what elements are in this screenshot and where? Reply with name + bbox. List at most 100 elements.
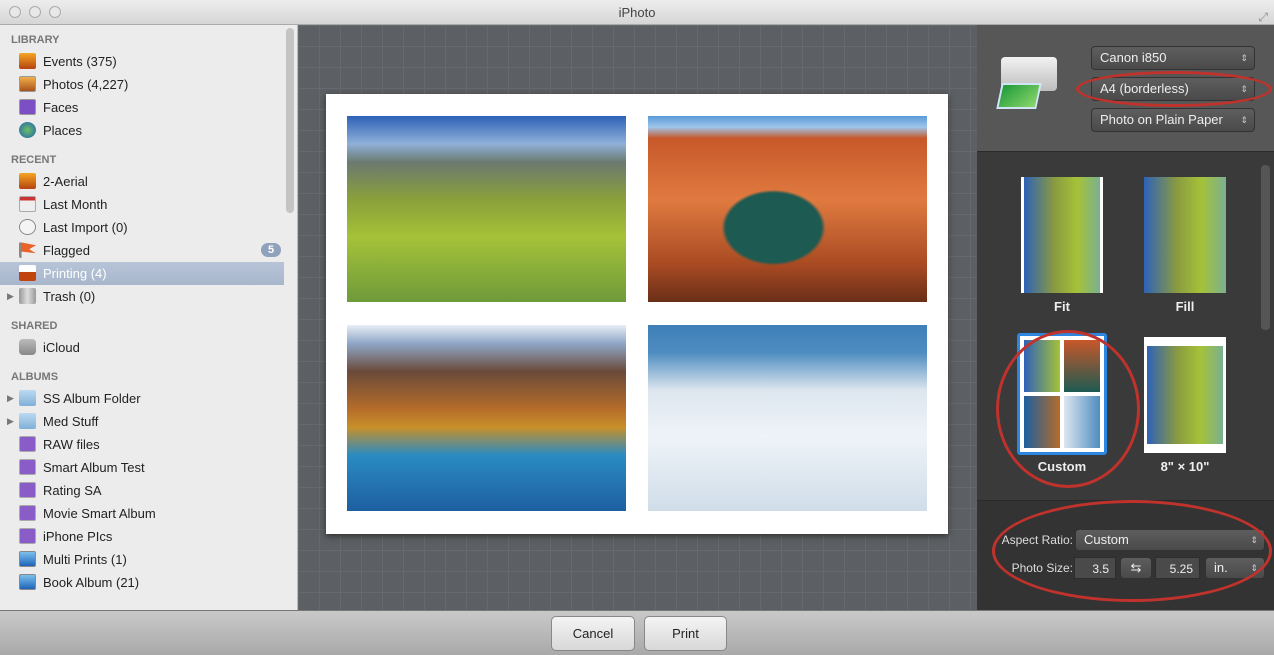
flagged-count-badge: 5 — [261, 243, 281, 257]
folder-icon — [19, 413, 36, 429]
sidebar-item-places[interactable]: Places — [0, 119, 297, 142]
updown-arrows-icon: ⇕ — [1240, 115, 1248, 125]
bottom-bar: Cancel Print — [0, 610, 1274, 655]
section-albums: ALBUMS — [11, 371, 59, 383]
theme-label: 8" × 10" — [1160, 459, 1210, 474]
photo-lake-mountains[interactable] — [347, 325, 626, 511]
theme-fill[interactable]: Fill — [1130, 177, 1240, 314]
sidebar-item-smart-album-test[interactable]: Smart Album Test — [0, 456, 297, 479]
calendar-icon — [19, 196, 36, 212]
theme-label: Fit — [1054, 299, 1070, 314]
updown-arrows-icon: ⇕ — [1240, 53, 1248, 63]
smart-album-icon — [19, 436, 36, 452]
sidebar-item-iphone-pics[interactable]: iPhone PIcs — [0, 525, 297, 548]
section-recent: RECENT — [11, 154, 57, 166]
minimize-button[interactable] — [29, 6, 41, 18]
theme-label: Custom — [1037, 459, 1087, 474]
section-shared: SHARED — [11, 320, 58, 332]
swap-arrows-icon: ⇆ — [1130, 560, 1142, 575]
photo-canyon[interactable] — [648, 116, 927, 302]
smart-album-icon — [19, 482, 36, 498]
folder-icon — [19, 390, 36, 406]
item-label: iPhone PIcs — [43, 529, 113, 544]
theme-fit[interactable]: Fit — [1007, 177, 1117, 314]
sidebar-item-book-album[interactable]: Book Album (21) — [0, 571, 297, 594]
zoom-button[interactable] — [49, 6, 61, 18]
sidebar-item-faces[interactable]: Faces — [0, 96, 297, 119]
sidebar-item-photos[interactable]: Photos (4,227) — [0, 73, 297, 96]
disclosure-triangle-icon[interactable]: ▶ — [7, 387, 14, 410]
sidebar-item-movie-smart-album[interactable]: Movie Smart Album — [0, 502, 297, 525]
icloud-icon — [19, 339, 36, 355]
item-label: Smart Album Test — [43, 460, 145, 475]
photo-size-label: Photo Size: — [1011, 561, 1073, 575]
item-label: Book Album (21) — [43, 575, 140, 590]
item-label: Trash (0) — [43, 289, 96, 304]
theme-label: Fill — [1175, 299, 1195, 314]
sidebar-item-rating-sa[interactable]: Rating SA — [0, 479, 297, 502]
sidebar-item-last-month[interactable]: Last Month — [0, 193, 297, 216]
cancel-button[interactable]: Cancel — [551, 616, 635, 651]
sidebar-item-last-import[interactable]: Last Import (0) — [0, 216, 297, 239]
sidebar-item-printing[interactable]: Printing (4) — [0, 262, 284, 285]
disclosure-triangle-icon[interactable]: ▶ — [7, 410, 14, 433]
trash-icon — [19, 288, 36, 304]
window-title: iPhoto — [618, 5, 656, 20]
item-label: SS Album Folder — [43, 391, 141, 406]
photo-width-field[interactable]: 3.5 — [1074, 557, 1116, 579]
sidebar-item-flagged[interactable]: Flagged 5 — [0, 239, 297, 262]
aspect-ratio-select[interactable]: Custom ⇕ — [1075, 529, 1265, 551]
smart-album-icon — [19, 528, 36, 544]
paper-type-select[interactable]: Photo on Plain Paper ⇕ — [1091, 108, 1255, 132]
theme-custom[interactable]: Custom — [1007, 333, 1117, 474]
themes-scrollbar[interactable] — [1261, 165, 1270, 330]
item-label: Flagged — [43, 243, 90, 258]
sidebar-item-multi-prints[interactable]: Multi Prints (1) — [0, 548, 297, 571]
print-page-preview — [326, 94, 948, 534]
photo-ice[interactable] — [648, 325, 927, 511]
album-icon — [19, 574, 36, 590]
print-settings-panel: Canon i850 ⇕ A4 (borderless) ⇕ Photo on Pl… — [977, 25, 1274, 610]
updown-arrows-icon: ⇕ — [1250, 535, 1258, 545]
paper-size-select[interactable]: A4 (borderless) ⇕ — [1091, 77, 1255, 101]
clock-icon — [19, 219, 36, 235]
sidebar-item-icloud[interactable]: iCloud — [0, 336, 297, 359]
disclosure-triangle-icon[interactable]: ▶ — [7, 285, 14, 308]
printer-select[interactable]: Canon i850 ⇕ — [1091, 46, 1255, 70]
item-label: Places — [43, 123, 83, 138]
item-label: Rating SA — [43, 483, 102, 498]
globe-icon — [19, 122, 36, 138]
photo-mountain-valley[interactable] — [347, 116, 626, 302]
event-icon — [19, 173, 36, 189]
close-button[interactable] — [9, 6, 21, 18]
item-label: Photos (4,227) — [43, 77, 129, 92]
updown-arrows-icon: ⇕ — [1240, 84, 1248, 94]
swap-dimensions-button[interactable]: ⇆ — [1120, 557, 1152, 579]
theme-8x10[interactable]: 8" × 10" — [1130, 337, 1240, 474]
print-preview-area — [298, 25, 977, 610]
unit-select[interactable]: in. ⇕ — [1205, 557, 1265, 579]
item-label: Movie Smart Album — [43, 506, 156, 521]
item-label: Multi Prints (1) — [43, 552, 127, 567]
sidebar-item-med-stuff[interactable]: ▶ Med Stuff — [0, 410, 297, 433]
item-label: Med Stuff — [43, 414, 99, 429]
smart-album-icon — [19, 459, 36, 475]
events-icon — [19, 53, 36, 69]
flag-icon — [19, 242, 36, 258]
item-label: 2-Aerial — [43, 174, 88, 189]
sidebar-item-raw-files[interactable]: RAW files — [0, 433, 297, 456]
title-bar: iPhoto ⤢ — [0, 0, 1274, 25]
sidebar-item-ss-album-folder[interactable]: ▶ SS Album Folder — [0, 387, 297, 410]
item-label: Events (375) — [43, 54, 117, 69]
printer-icon — [996, 57, 1059, 113]
section-library: LIBRARY — [11, 34, 60, 46]
sidebar-item-2-aerial[interactable]: 2-Aerial — [0, 170, 297, 193]
item-label: Last Import (0) — [43, 220, 128, 235]
photo-height-field[interactable]: 5.25 — [1155, 557, 1200, 579]
item-label: Faces — [43, 100, 79, 115]
item-label: iCloud — [43, 340, 80, 355]
sidebar-item-events[interactable]: Events (375) — [0, 50, 297, 73]
album-icon — [19, 551, 36, 567]
print-button[interactable]: Print — [644, 616, 727, 651]
sidebar-item-trash[interactable]: ▶ Trash (0) — [0, 285, 297, 308]
